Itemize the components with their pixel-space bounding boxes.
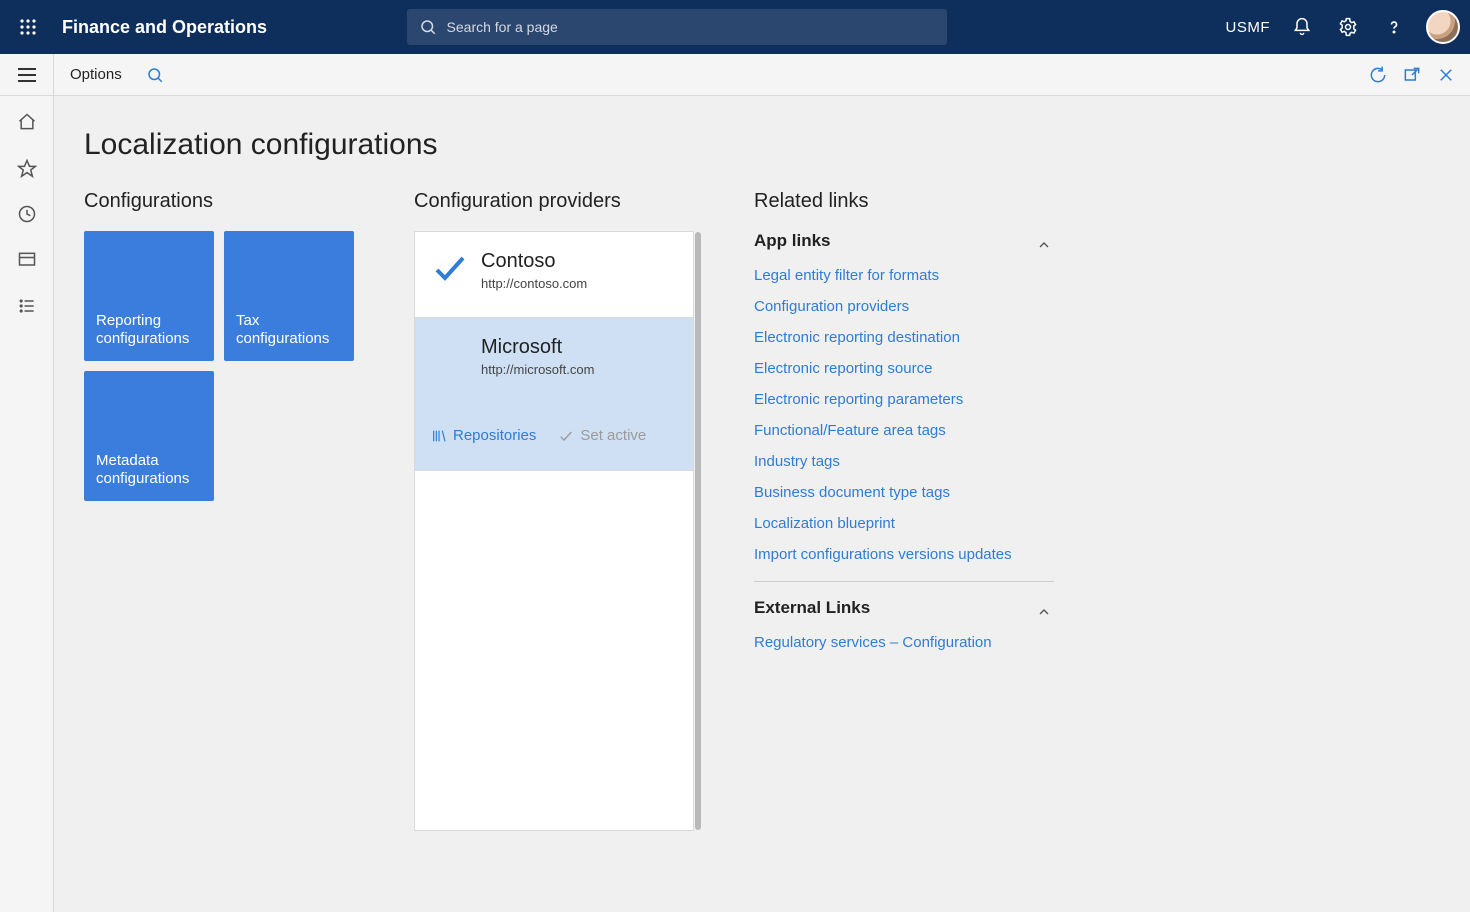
provider-name: Contoso	[481, 250, 587, 273]
global-search-input[interactable]: Search for a page	[407, 9, 947, 45]
link-import-config-versions[interactable]: Import configurations versions updates	[754, 546, 1054, 563]
link-localization-blueprint[interactable]: Localization blueprint	[754, 515, 1054, 532]
active-provider-indicator	[431, 250, 467, 286]
refresh-icon	[1368, 65, 1388, 85]
external-links-section: External Links Regulatory services – Con…	[754, 598, 1054, 669]
rail-home[interactable]	[7, 102, 47, 142]
repository-icon	[431, 428, 447, 444]
search-icon	[419, 18, 437, 36]
link-business-doc-tags[interactable]: Business document type tags	[754, 484, 1054, 501]
configurations-heading: Configurations	[84, 190, 354, 213]
user-avatar[interactable]	[1426, 10, 1460, 44]
app-title: Finance and Operations	[62, 17, 267, 38]
star-icon	[17, 158, 37, 178]
nav-toggle-button[interactable]	[0, 54, 54, 96]
external-links-toggle[interactable]: External Links	[754, 598, 1054, 628]
configurations-column: Configurations Reporting configurations …	[84, 190, 354, 501]
providers-column: Configuration providers Contoso http://c…	[414, 190, 694, 831]
providers-list: Contoso http://contoso.com Microsoft htt…	[414, 231, 694, 831]
tile-metadata-configurations[interactable]: Metadata configurations	[84, 371, 214, 501]
chevron-up-icon	[1036, 237, 1054, 255]
provider-name: Microsoft	[481, 336, 594, 359]
tile-label: Metadata configurations	[96, 452, 202, 490]
help-button[interactable]	[1380, 13, 1408, 41]
bell-icon	[1292, 17, 1312, 37]
notifications-button[interactable]	[1288, 13, 1316, 41]
provider-card-microsoft[interactable]: Microsoft http://microsoft.com Repositor…	[415, 318, 693, 471]
rail-modules[interactable]	[7, 286, 47, 326]
popout-icon	[1402, 65, 1422, 85]
app-links-section: App links Legal entity filter for format…	[754, 231, 1054, 582]
find-in-page-button[interactable]	[138, 58, 172, 92]
tile-reporting-configurations[interactable]: Reporting configurations	[84, 231, 214, 361]
page-toolbar: Options	[0, 54, 1470, 96]
rail-favorites[interactable]	[7, 148, 47, 188]
workspace-icon	[17, 250, 37, 270]
clock-icon	[17, 204, 37, 224]
close-page-button[interactable]	[1432, 61, 1460, 89]
popout-button[interactable]	[1398, 61, 1426, 89]
app-links-title: App links	[754, 231, 831, 251]
repositories-action[interactable]: Repositories	[431, 427, 536, 444]
gear-icon	[1338, 17, 1358, 37]
link-regulatory-services[interactable]: Regulatory services – Configuration	[754, 634, 1054, 651]
waffle-icon	[19, 18, 37, 36]
hamburger-icon	[17, 67, 37, 83]
header-actions: USMF	[1226, 10, 1461, 44]
tile-tax-configurations[interactable]: Tax configurations	[224, 231, 354, 361]
refresh-button[interactable]	[1364, 61, 1392, 89]
provider-url: http://contoso.com	[481, 276, 587, 291]
company-picker[interactable]: USMF	[1226, 19, 1271, 36]
home-icon	[17, 112, 37, 132]
tile-label: Reporting configurations	[96, 312, 202, 350]
chevron-up-icon	[1036, 604, 1054, 622]
link-er-parameters[interactable]: Electronic reporting parameters	[754, 391, 1054, 408]
link-er-destination[interactable]: Electronic reporting destination	[754, 329, 1054, 346]
page-title: Localization configurations	[84, 128, 1440, 162]
link-industry-tags[interactable]: Industry tags	[754, 453, 1054, 470]
provider-card-contoso[interactable]: Contoso http://contoso.com	[415, 232, 693, 318]
question-icon	[1384, 17, 1404, 37]
page-content: Localization configurations Configuratio…	[54, 96, 1470, 912]
checkmark-icon	[431, 250, 467, 286]
checkmark-icon	[558, 428, 574, 444]
set-active-action: Set active	[558, 427, 646, 444]
list-icon	[17, 296, 37, 316]
rail-recent[interactable]	[7, 194, 47, 234]
global-header: Finance and Operations Search for a page…	[0, 0, 1470, 54]
link-functional-tags[interactable]: Functional/Feature area tags	[754, 422, 1054, 439]
app-launcher-button[interactable]	[8, 7, 48, 47]
search-icon	[146, 66, 164, 84]
repositories-label: Repositories	[453, 427, 536, 444]
close-icon	[1437, 66, 1455, 84]
provider-url: http://microsoft.com	[481, 362, 594, 377]
options-menu[interactable]: Options	[54, 66, 138, 83]
providers-heading: Configuration providers	[414, 190, 694, 213]
rail-workspaces[interactable]	[7, 240, 47, 280]
settings-button[interactable]	[1334, 13, 1362, 41]
app-links-toggle[interactable]: App links	[754, 231, 1054, 261]
tile-label: Tax configurations	[236, 312, 342, 350]
related-links-heading: Related links	[754, 190, 1054, 213]
related-links-column: Related links App links Legal entity fil…	[754, 190, 1054, 685]
link-legal-entity-filter[interactable]: Legal entity filter for formats	[754, 267, 1054, 284]
link-configuration-providers[interactable]: Configuration providers	[754, 298, 1054, 315]
left-nav-rail	[0, 96, 54, 912]
external-links-title: External Links	[754, 598, 870, 618]
set-active-label: Set active	[580, 427, 646, 444]
search-placeholder: Search for a page	[447, 19, 558, 35]
link-er-source[interactable]: Electronic reporting source	[754, 360, 1054, 377]
